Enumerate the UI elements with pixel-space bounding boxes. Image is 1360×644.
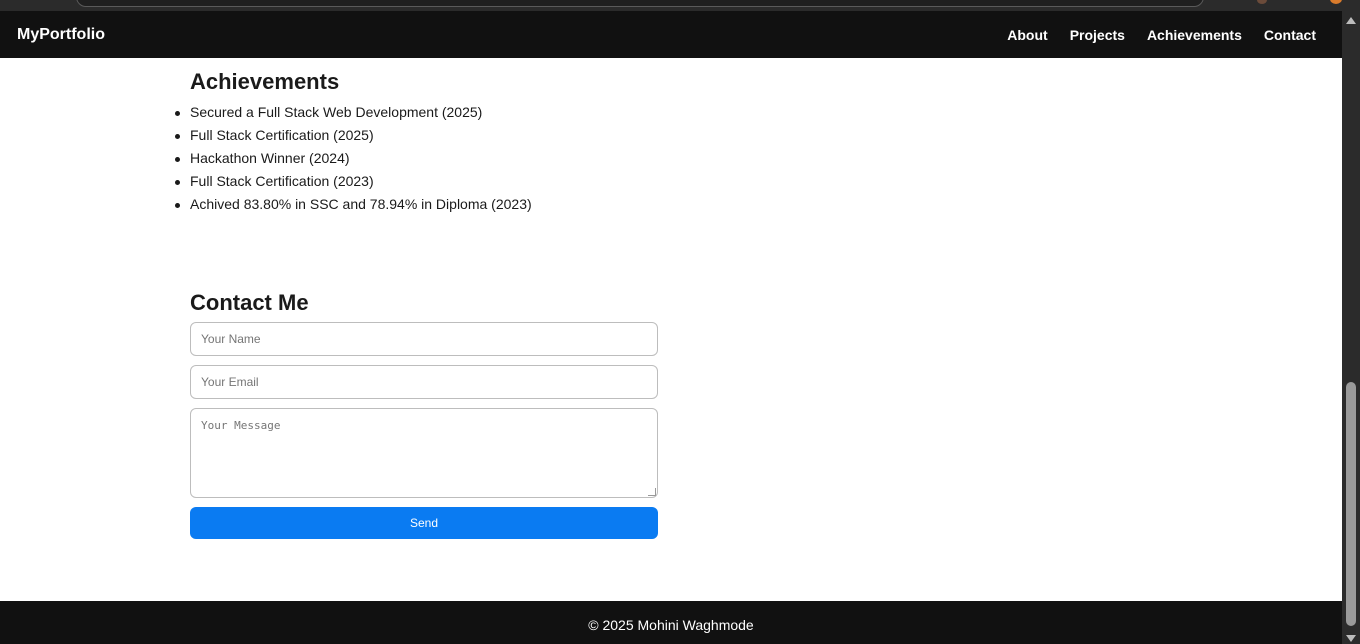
achievements-title: Achievements xyxy=(190,69,340,94)
message-field[interactable] xyxy=(190,408,658,498)
brand-logo[interactable]: MyPortfolio xyxy=(17,26,105,44)
resize-handle-icon[interactable] xyxy=(648,488,656,496)
contact-title: Contact Me xyxy=(190,290,309,315)
address-bar[interactable] xyxy=(76,0,1204,7)
extension-icon[interactable] xyxy=(1257,0,1267,4)
scroll-down-icon[interactable] xyxy=(1346,635,1356,642)
email-field[interactable] xyxy=(190,365,658,399)
achievements-section: Achievements Secured a Full Stack Web De… xyxy=(175,69,532,216)
page-viewport: MyPortfolio About Projects Achievements … xyxy=(0,11,1342,644)
send-button[interactable]: Send xyxy=(190,507,658,539)
nav-link-projects[interactable]: Projects xyxy=(1070,27,1125,43)
name-field[interactable] xyxy=(190,322,658,356)
navbar: MyPortfolio About Projects Achievements … xyxy=(0,11,1342,58)
nav-links: About Projects Achievements Contact xyxy=(1007,27,1316,43)
nav-link-contact[interactable]: Contact xyxy=(1264,27,1316,43)
scroll-up-icon[interactable] xyxy=(1346,17,1356,24)
footer-copyright: © 2025 Mohini Waghmode xyxy=(588,616,754,633)
nav-link-about[interactable]: About xyxy=(1007,27,1047,43)
nav-link-achievements[interactable]: Achievements xyxy=(1147,27,1242,43)
list-item: Hackathon Winner (2024) xyxy=(175,147,532,170)
list-item: Secured a Full Stack Web Development (20… xyxy=(175,101,532,124)
list-item: Full Stack Certification (2025) xyxy=(175,124,532,147)
browser-chrome-strip xyxy=(0,0,1360,11)
message-wrapper xyxy=(190,408,658,498)
achievements-list: Secured a Full Stack Web Development (20… xyxy=(175,101,532,216)
footer: © 2025 Mohini Waghmode xyxy=(0,601,1342,644)
profile-icon[interactable] xyxy=(1330,0,1342,4)
page-scrollbar[interactable] xyxy=(1342,11,1360,644)
list-item: Achived 83.80% in SSC and 78.94% in Dipl… xyxy=(175,193,532,216)
scrollbar-thumb[interactable] xyxy=(1346,382,1356,626)
list-item: Full Stack Certification (2023) xyxy=(175,170,532,193)
contact-section: Contact Me Send xyxy=(190,290,658,539)
